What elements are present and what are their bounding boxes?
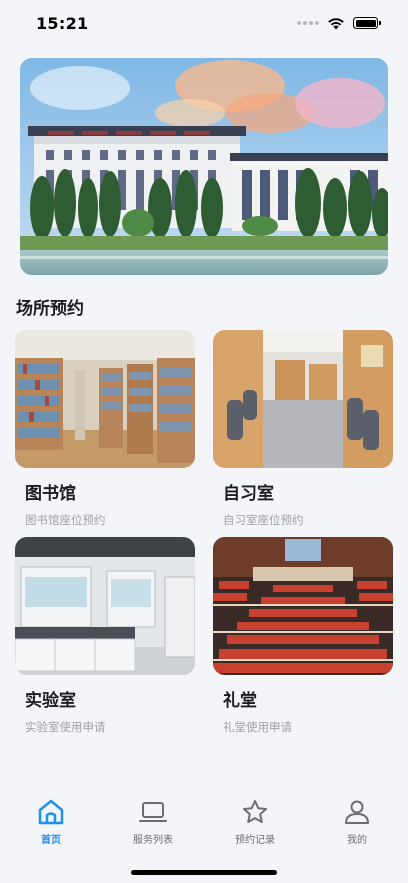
status-icons (297, 17, 381, 30)
venue-title: 自习室 (223, 484, 274, 504)
tab-label: 服务列表 (133, 835, 173, 846)
tab-home[interactable]: 首页 (0, 788, 102, 883)
bottom-tab-bar: 首页 服务列表 预约记录 我的 (0, 788, 408, 883)
wifi-icon (328, 17, 344, 29)
venue-card-auditorium[interactable]: 礼堂 礼堂使用申请 (213, 537, 393, 735)
venue-card-library[interactable]: 图书馆 图书馆座位预约 (15, 330, 195, 528)
study-room-image (213, 330, 393, 468)
home-indicator[interactable] (131, 870, 277, 875)
home-icon (37, 798, 65, 826)
library-image (15, 330, 195, 468)
status-time: 15:21 (36, 13, 89, 33)
venue-subtitle: 礼堂使用申请 (223, 720, 292, 734)
venue-title: 实验室 (25, 691, 76, 711)
tab-label: 首页 (41, 835, 61, 846)
battery-icon (353, 17, 381, 29)
venue-card-laboratory[interactable]: 实验室 实验室使用申请 (15, 537, 195, 735)
person-icon (343, 798, 371, 826)
section-title: 场所预约 (16, 299, 84, 319)
venue-card-study-room[interactable]: 自习室 自习室座位预约 (213, 330, 393, 528)
campus-banner[interactable] (20, 58, 388, 275)
tab-label: 我的 (347, 835, 367, 846)
venue-title: 礼堂 (223, 691, 257, 711)
tab-service-list[interactable]: 服务列表 (102, 788, 204, 883)
venue-subtitle: 自习室座位预约 (223, 513, 304, 527)
laptop-icon (139, 798, 167, 826)
venue-subtitle: 图书馆座位预约 (25, 513, 106, 527)
status-bar: 15:21 (0, 0, 408, 46)
cellular-signal-icon (297, 21, 319, 25)
venue-title: 图书馆 (25, 484, 76, 504)
laboratory-image (15, 537, 195, 675)
campus-building-illustration (20, 58, 388, 275)
tab-profile[interactable]: 我的 (306, 788, 408, 883)
auditorium-image (213, 537, 393, 675)
star-icon (241, 798, 269, 826)
tab-booking-records[interactable]: 预约记录 (204, 788, 306, 883)
tab-label: 预约记录 (235, 835, 275, 846)
venue-subtitle: 实验室使用申请 (25, 720, 106, 734)
